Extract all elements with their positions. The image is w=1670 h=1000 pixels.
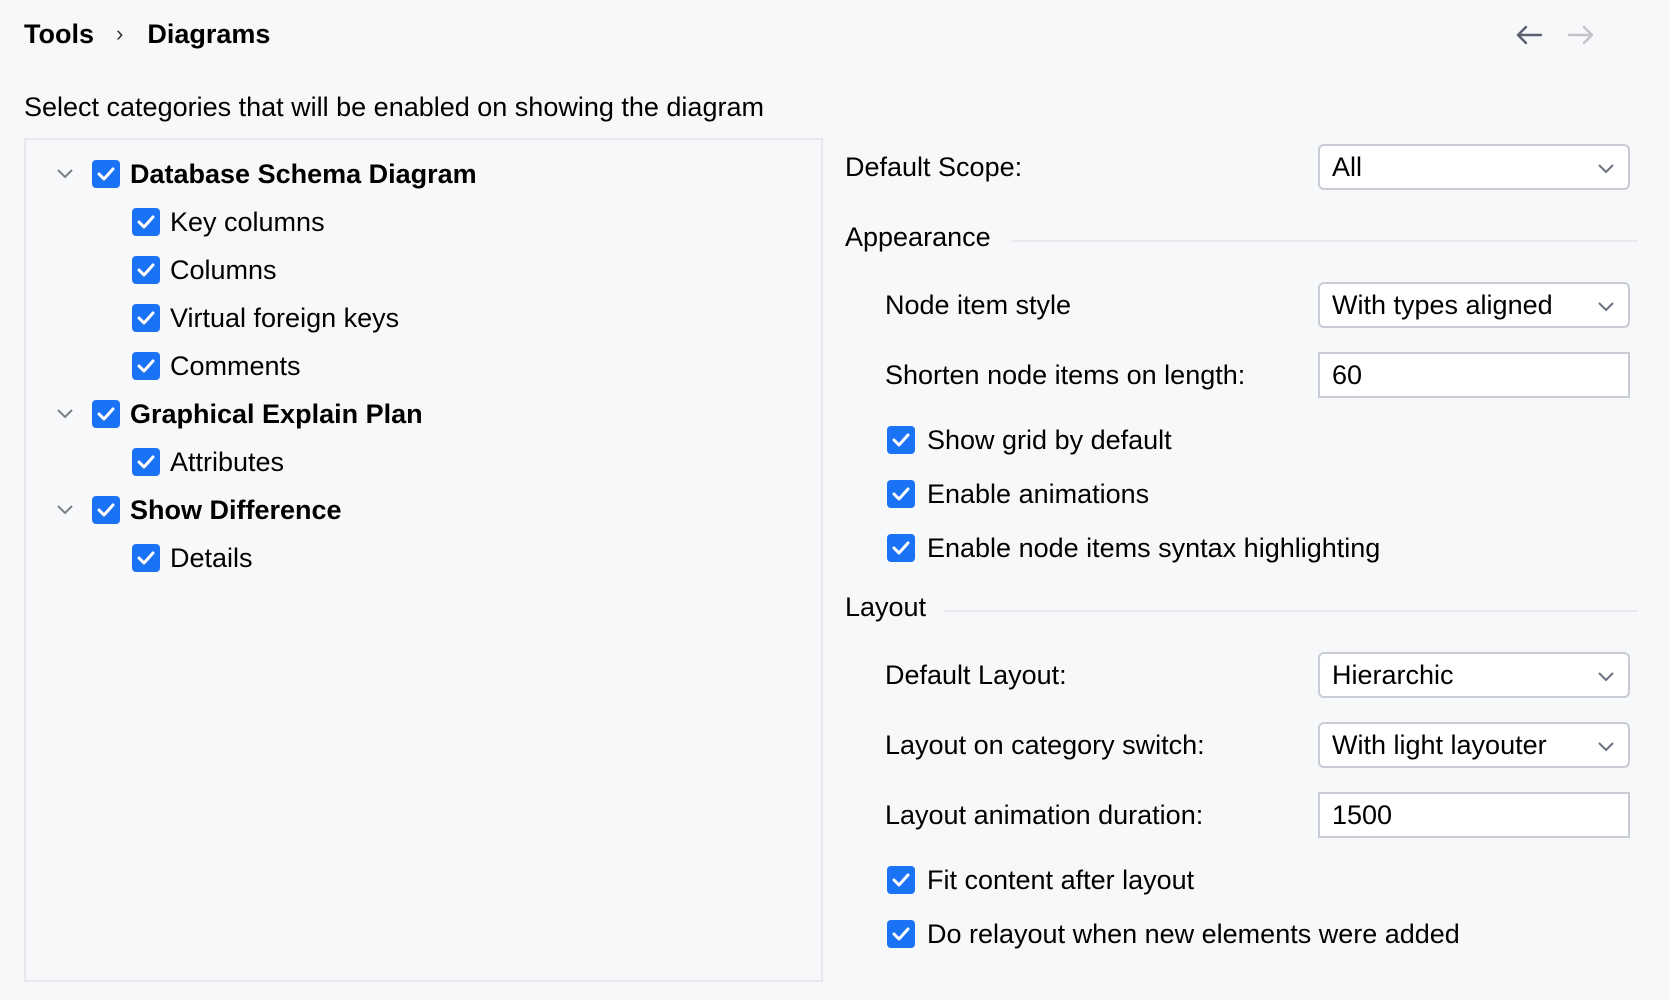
category-tree: Database Schema Diagram Key columns Colu… [24,138,823,982]
tree-item-attributes[interactable]: Attributes [132,442,284,482]
checkmark-icon [892,541,910,555]
input-value: 60 [1332,359,1363,390]
checkmark-icon [137,311,155,325]
checkmark-icon [892,487,910,501]
default-layout-label: Default Layout: [885,660,1067,690]
default-scope-select[interactable]: All [1318,144,1630,190]
checkbox[interactable] [132,208,160,236]
back-button[interactable] [1512,18,1546,52]
arrow-right-icon [1567,25,1594,45]
checkbox[interactable] [92,496,120,524]
breadcrumb-current: Diagrams [147,18,271,49]
checkbox[interactable] [887,534,915,562]
checkmark-icon [137,263,155,277]
checkbox[interactable] [887,866,915,894]
layout-separator [944,610,1638,612]
checkmark-icon [137,215,155,229]
input-value: 1500 [1332,799,1393,830]
checkbox[interactable] [132,256,160,284]
shorten-length-label: Shorten node items on length: [885,360,1246,390]
tree-group-label: Show Difference [130,494,342,525]
checkbox[interactable] [887,920,915,948]
checkmark-icon [892,873,910,887]
tree-item-label: Virtual foreign keys [170,302,400,333]
tree-item-label: Key columns [170,206,325,237]
checkmark-icon [137,455,155,469]
checkbox-label: Fit content after layout [927,864,1195,895]
breadcrumb-parent[interactable]: Tools [24,19,94,50]
chevron-down-icon[interactable] [54,163,76,185]
default-scope-label: Default Scope: [845,152,1023,182]
tree-item-columns[interactable]: Columns [132,250,277,290]
tree-item-virtual-foreign-keys[interactable]: Virtual foreign keys [132,298,399,338]
show-grid-checkbox-row[interactable]: Show grid by default [887,420,1172,460]
checkbox[interactable] [132,544,160,572]
node-item-style-select[interactable]: With types aligned [1318,282,1630,328]
checkbox[interactable] [92,400,120,428]
checkbox-label: Show grid by default [927,424,1172,455]
checkmark-icon [137,551,155,565]
checkmark-icon [97,167,115,181]
description-text: Select categories that will be enabled o… [24,92,764,122]
chevron-down-icon [1598,302,1614,312]
select-value: With types aligned [1332,289,1553,320]
checkbox[interactable] [132,304,160,332]
animation-duration-input[interactable]: 1500 [1318,792,1630,838]
tree-item-label: Details [170,542,253,573]
tree-group-database-schema[interactable]: Database Schema Diagram [54,154,477,194]
node-item-style-label: Node item style [885,290,1072,320]
tree-group-show-difference[interactable]: Show Difference [54,490,342,530]
checkmark-icon [137,359,155,373]
tree-item-comments[interactable]: Comments [132,346,301,386]
checkbox[interactable] [887,480,915,508]
tree-group-label: Database Schema Diagram [130,158,477,189]
checkbox[interactable] [132,448,160,476]
chevron-down-icon [1598,672,1614,682]
checkbox[interactable] [92,160,120,188]
breadcrumb: Tools › Diagrams [24,14,270,54]
tree-group-label: Graphical Explain Plan [130,398,423,429]
select-value: Hierarchic [1332,659,1454,690]
checkmark-icon [892,927,910,941]
checkmark-icon [97,407,115,421]
tree-item-key-columns[interactable]: Key columns [132,202,325,242]
animation-duration-label: Layout animation duration: [885,800,1204,830]
syntax-highlighting-checkbox-row[interactable]: Enable node items syntax highlighting [887,528,1380,568]
category-switch-label: Layout on category switch: [885,730,1205,760]
fit-content-checkbox-row[interactable]: Fit content after layout [887,860,1194,900]
layout-section-title: Layout [845,592,927,622]
checkbox-label: Enable animations [927,478,1150,509]
tree-item-label: Columns [170,254,277,285]
relayout-checkbox-row[interactable]: Do relayout when new elements were added [887,914,1460,954]
appearance-section-title: Appearance [845,222,991,252]
enable-animations-checkbox-row[interactable]: Enable animations [887,474,1149,514]
tree-item-label: Comments [170,350,301,381]
shorten-length-input[interactable]: 60 [1318,352,1630,398]
chevron-down-icon [1598,742,1614,752]
checkbox[interactable] [132,352,160,380]
checkbox-label: Enable node items syntax highlighting [927,532,1381,563]
default-layout-select[interactable]: Hierarchic [1318,652,1630,698]
chevron-down-icon[interactable] [54,403,76,425]
tree-item-label: Attributes [170,446,285,477]
tree-group-graphical-explain-plan[interactable]: Graphical Explain Plan [54,394,423,434]
appearance-separator [1012,240,1638,242]
select-value: All [1332,151,1363,182]
breadcrumb-separator-icon: › [116,21,124,46]
tree-item-details[interactable]: Details [132,538,253,578]
checkbox-label: Do relayout when new elements were added [927,918,1460,949]
select-value: With light layouter [1332,729,1547,760]
forward-button[interactable] [1564,18,1598,52]
chevron-down-icon [1598,164,1614,174]
checkmark-icon [97,503,115,517]
checkbox[interactable] [887,426,915,454]
chevron-down-icon[interactable] [54,499,76,521]
arrow-left-icon [1516,25,1543,45]
checkmark-icon [892,433,910,447]
category-switch-select[interactable]: With light layouter [1318,722,1630,768]
